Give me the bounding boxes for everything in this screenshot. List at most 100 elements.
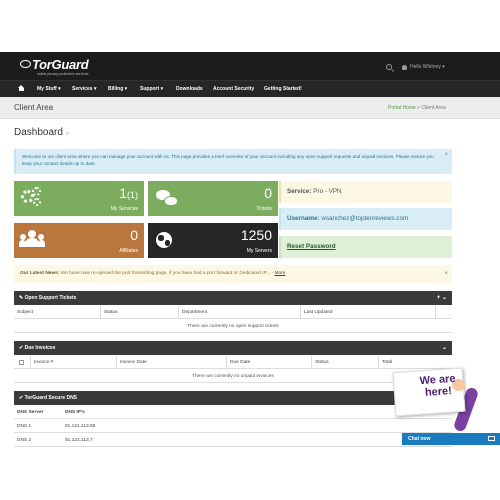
we-are-here-promo[interactable]: We are here! [390,365,495,435]
news-label: Our Latest News: [20,271,60,276]
nav-label: Getting Started! [264,86,302,92]
breadcrumb: Portal Home » Client Area [388,105,446,111]
column-header[interactable]: Status [104,310,118,315]
column-header[interactable]: Subject [17,310,33,315]
chevron-down-icon[interactable]: ⌄ [442,341,447,355]
username-info: Username: wsanchez@toptenreviews.com [279,208,452,230]
column-divider [116,356,117,369]
nav-getting-started[interactable]: Getting Started! [264,86,302,92]
chevron-down-icon: ▾ [160,86,164,92]
welcome-alert: Welcome to our client area where you can… [14,149,452,174]
nav-my-stuff[interactable]: My Stuff ▾ [37,86,61,92]
news-alert: Our Latest News: We have now re-opened t… [14,265,452,283]
table-row: DNS 1 91.121.113.58 [14,420,452,433]
invoices-panel-title: Due Invoices [24,345,56,351]
chat-window-icon[interactable] [488,436,495,441]
column-divider [435,306,436,319]
nav-account-security[interactable]: Account Security [213,86,254,92]
column-divider [178,306,179,319]
invoices-empty-message: There are currently no unpaid invoices [14,370,452,383]
nav-label: Support [140,86,160,92]
chevron-down-icon: ▾ [58,86,61,92]
page-title: Client Area [14,103,54,112]
services-count: 1(1) [119,185,138,201]
top-bar: TorGuard online privacy protection servi… [0,52,500,80]
affiliates-count: 0 [130,227,138,243]
dns-server-cell: DNS 1 [17,424,32,429]
user-menu[interactable]: Hello Whitney ▾ [410,64,445,70]
globe-icon [156,232,172,248]
dns-panel-header[interactable]: ✔ TorGuard Secure DNS [14,391,452,405]
chat-now-label: Chat now [408,436,431,442]
nav-billing[interactable]: Billing ▾ [108,86,127,92]
users-icon [19,229,45,253]
tile-affiliates[interactable]: 0 Affiliates [14,223,144,258]
chevron-down-icon: ▾ [124,86,128,92]
dns-ip-cell: 91.121.113.7 [65,438,93,443]
dns-ip-cell: 91.121.113.58 [65,424,96,429]
servers-count: 1250 [240,227,272,243]
logo-swirl-icon [20,60,31,68]
nav-label: Services [72,86,93,92]
nav-downloads[interactable]: Downloads [176,86,203,92]
tickets-empty-message: There are currently no open support tick… [14,320,452,333]
username-value: wsanchez@toptenreviews.com [321,215,409,222]
chevron-down-icon: ▾ [442,64,445,70]
panel-controls-icon[interactable]: + ⌄ [437,291,447,305]
select-all-checkbox[interactable] [19,360,24,365]
column-header[interactable]: Due Date [230,360,250,365]
breadcrumb-current: Client Area [421,105,446,111]
reset-password-link[interactable]: Reset Password [287,243,336,250]
invoices-panel-header[interactable]: ✔ Due Invoices ⌄ [14,341,452,355]
tickets-panel-title: Open Support Tickets [24,295,77,301]
nav-label: Downloads [176,86,203,92]
close-icon[interactable]: × [444,265,448,283]
logo-tagline: online privacy protection services [37,72,89,76]
dashboard-title: Dashboard » [14,127,69,138]
service-label: Service: [287,188,312,195]
main-nav: My Stuff ▾ Services ▾ Billing ▾ Support … [0,80,500,97]
column-header[interactable]: Invoice # [34,360,53,365]
dns-panel-title: TorGuard Secure DNS [24,395,78,401]
nav-services[interactable]: Services ▾ [72,86,96,92]
gears-icon [20,187,42,209]
user-menu-label: Hello Whitney [410,64,441,70]
column-header: DNS IP's [65,410,85,415]
user-icon[interactable] [402,65,407,70]
tickets-label: Tickets [256,206,272,212]
logo-text: TorGuard [32,57,89,72]
breadcrumb-home-link[interactable]: Portal Home [388,105,416,111]
column-header: DNS Server [17,410,44,415]
column-header[interactable]: Invoice Date [120,360,147,365]
services-count-value: 1 [119,185,127,201]
tile-my-servers[interactable]: 1250 My Servers [148,223,278,258]
home-icon[interactable] [18,85,25,92]
torguard-logo[interactable]: TorGuard [20,57,89,72]
dashboard-title-text: Dashboard [14,127,63,138]
column-header[interactable]: Status [315,360,329,365]
nav-support[interactable]: Support ▾ [140,86,163,92]
servers-label: My Servers [246,248,272,254]
nav-label: Account Security [213,86,255,92]
chevron-down-icon: ▾ [93,86,97,92]
services-label: My Services [110,206,138,212]
username-label: Username: [287,215,320,222]
tile-tickets[interactable]: 0 Tickets [148,181,278,216]
column-header[interactable]: Department [182,310,207,315]
search-icon[interactable] [386,64,392,70]
news-text: We have now re-opened the port forwardin… [60,271,271,276]
column-divider [30,356,31,369]
close-icon[interactable]: × [444,152,448,159]
reset-password-box: Reset Password [279,236,452,258]
chat-now-bar[interactable]: Chat now [402,433,500,445]
column-header[interactable]: Last Updated [304,310,333,315]
dns-server-cell: DNS 2 [17,438,32,443]
chat-bubbles-icon [156,190,178,208]
tile-my-services[interactable]: 1(1) My Services [14,181,144,216]
news-more-link[interactable]: More [274,271,285,276]
chevron-right-icon: » [65,131,70,137]
tickets-panel-header[interactable]: ✎ Open Support Tickets + ⌄ [14,291,452,305]
table-row: DNS 2 91.121.113.7 [14,434,452,447]
column-divider [100,306,101,319]
column-divider [311,356,312,369]
